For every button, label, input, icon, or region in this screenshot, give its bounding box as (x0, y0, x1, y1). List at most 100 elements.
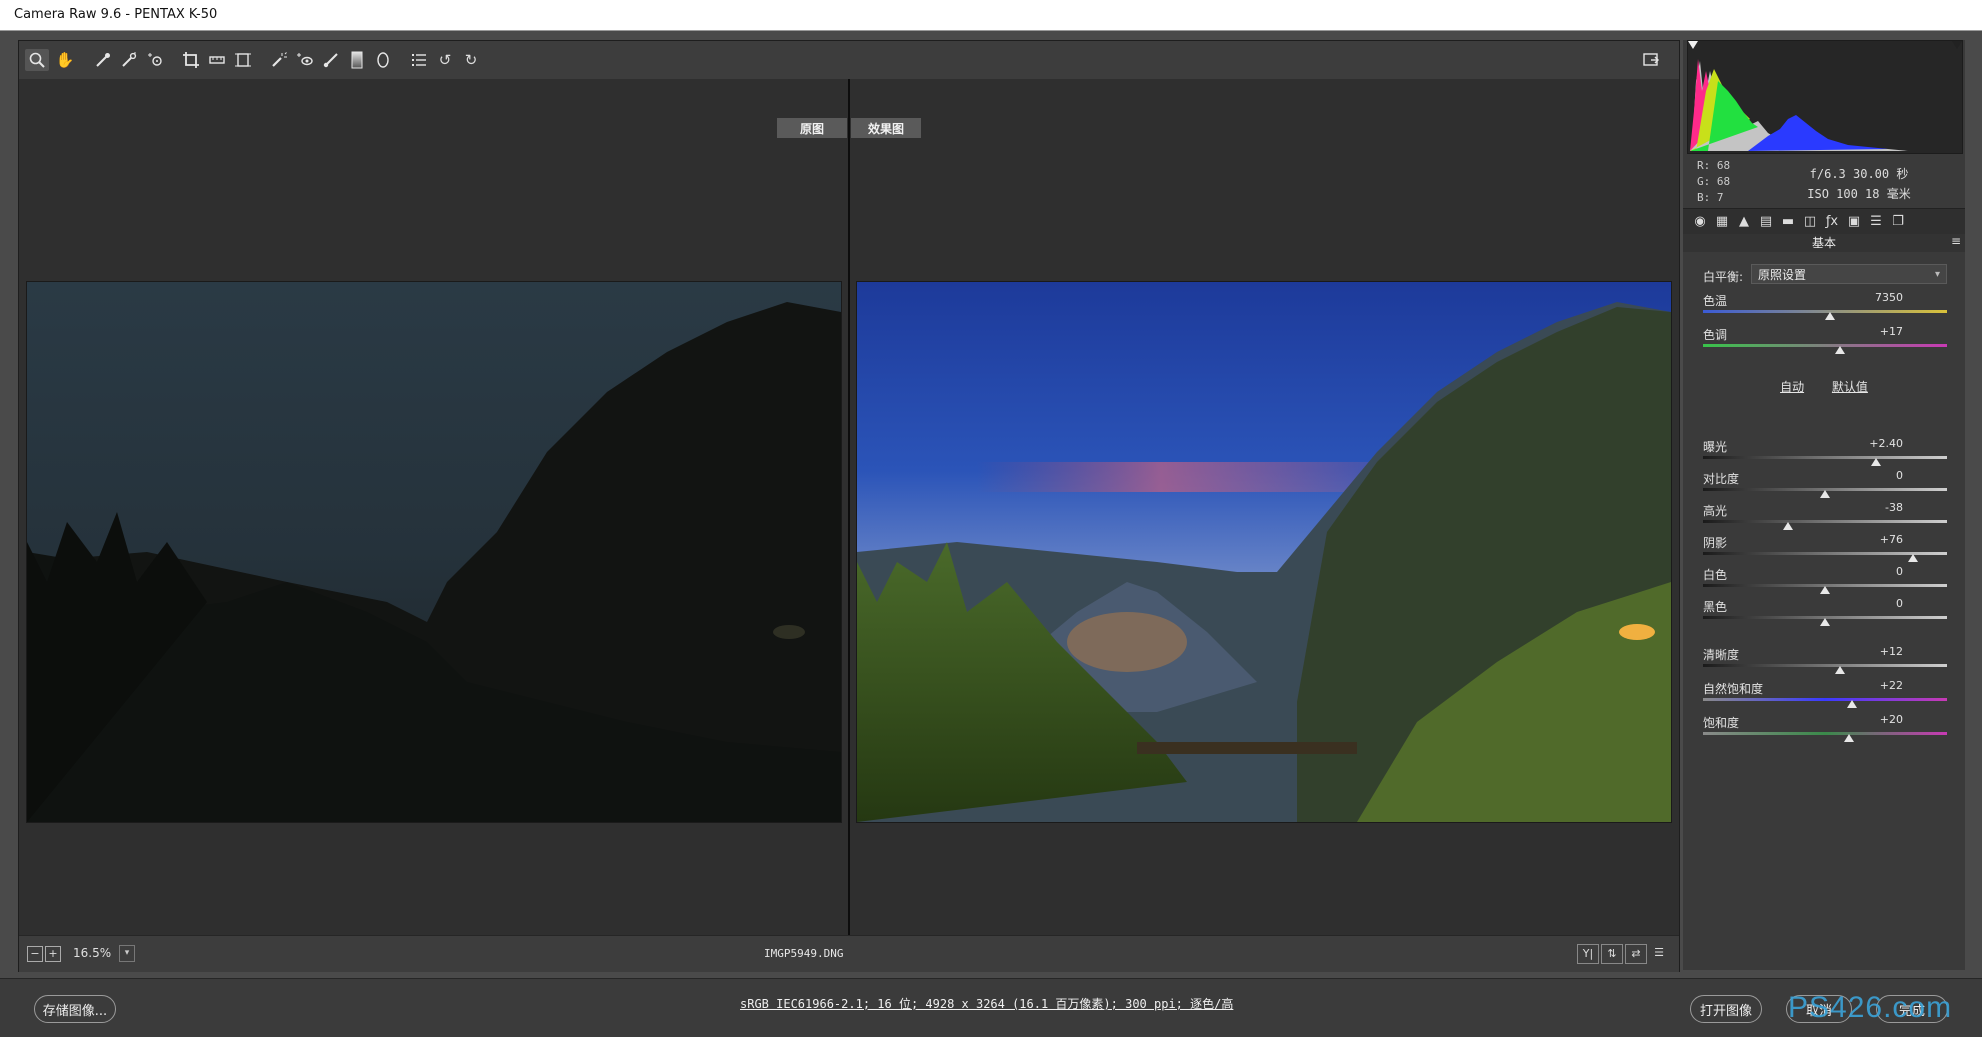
tab-camera-calibration-icon[interactable]: ▣ (1845, 214, 1863, 230)
status-bar: − + 16.5% ▾ IMGP5949.DNG Y| ⇅ ⇄ ☰ (19, 935, 1679, 972)
white-balance-select[interactable]: 原照设置 ▾ (1751, 264, 1947, 284)
slider-track[interactable] (1703, 520, 1947, 523)
slider-label: 清晰度 (1703, 648, 1740, 662)
bottom-bar: 存储图像... sRGB IEC61966-2.1; 16 位; 4928 x … (0, 978, 1982, 1037)
tab-presets-icon[interactable]: ☰ (1867, 214, 1885, 230)
auto-button[interactable]: 自动 (1780, 380, 1804, 394)
slider-thumb[interactable] (1820, 586, 1830, 594)
auto-links: 自动 默认值 (1683, 378, 1965, 395)
rgb-readout: R: 68 G: 68 B: 7 (1697, 158, 1730, 206)
slider-value[interactable]: 0 (1861, 597, 1903, 610)
slider-label: 色温 (1703, 294, 1728, 308)
radial-filter-icon[interactable] (371, 49, 395, 71)
crop-tool-icon[interactable] (179, 49, 203, 71)
slider-label: 色调 (1703, 328, 1728, 342)
slider-value[interactable]: +20 (1861, 713, 1903, 726)
view-swap-icon[interactable]: ⇅ (1601, 944, 1623, 964)
blue-readout: B: 7 (1697, 191, 1724, 204)
slider-value[interactable]: +17 (1861, 325, 1903, 338)
tab-split-toning-icon[interactable]: ▬ (1779, 214, 1797, 230)
view-settings-icon[interactable]: ☰ (1649, 944, 1669, 962)
tab-fx-icon[interactable]: ƒx (1823, 214, 1841, 230)
slider-track[interactable] (1703, 698, 1947, 701)
slider-value[interactable]: -38 (1861, 501, 1903, 514)
before-label: 原图 (777, 118, 847, 138)
slider-thumb[interactable] (1783, 522, 1794, 530)
rotate-left-icon[interactable]: ↺ (433, 49, 457, 71)
workflow-options-link[interactable]: sRGB IEC61966-2.1; 16 位; 4928 x 3264 (16… (740, 995, 1233, 1012)
file-name: IMGP5949.DNG (764, 947, 844, 960)
slider-thumb[interactable] (1846, 700, 1857, 708)
slider-label: 自然饱和度 (1703, 682, 1764, 696)
panel-menu-icon[interactable]: ≡ (1951, 234, 1961, 248)
histogram (1687, 40, 1963, 154)
white-balance-tool-icon[interactable] (91, 49, 115, 71)
adjustment-brush-icon[interactable] (319, 49, 343, 71)
slider-track[interactable] (1703, 456, 1947, 459)
slider-thumb[interactable] (1820, 490, 1830, 498)
slider-thumb[interactable] (1844, 734, 1855, 742)
slider-label: 白色 (1703, 568, 1728, 582)
fullscreen-toggle-icon[interactable] (1639, 49, 1663, 71)
spot-removal-tool-icon[interactable] (267, 49, 291, 71)
slider-thumb[interactable] (1834, 666, 1845, 674)
default-button[interactable]: 默认值 (1832, 380, 1868, 394)
tab-tone-curve-icon[interactable]: ▦ (1713, 214, 1731, 230)
slider-label: 曝光 (1703, 440, 1728, 454)
tab-hsl-icon[interactable]: ▤ (1757, 214, 1775, 230)
view-mode-compare-icon[interactable]: Y| (1577, 944, 1599, 964)
rotate-right-icon[interactable]: ↻ (459, 49, 483, 71)
straighten-tool-icon[interactable] (205, 49, 229, 71)
toolbar: ✋ ↺ ↻ (19, 41, 1679, 80)
zoom-tool-icon[interactable] (25, 49, 49, 71)
slider-thumb[interactable] (1820, 618, 1830, 626)
panel-tabs: ◉ ▦ ▲ ▤ ▬ ◫ ƒx ▣ ☰ ❐ (1683, 208, 1965, 236)
slider-value[interactable]: 0 (1861, 469, 1903, 482)
tab-lens-icon[interactable]: ◫ (1801, 214, 1819, 230)
exif-iso-focal: ISO 100 18 毫米 (1807, 187, 1911, 201)
after-label: 效果图 (851, 118, 921, 138)
slider-value[interactable]: 0 (1861, 565, 1903, 578)
zoom-in-button[interactable]: + (45, 946, 61, 962)
slider-thumb[interactable] (1824, 312, 1835, 320)
slider-label: 黑色 (1703, 600, 1728, 614)
zoom-out-button[interactable]: − (27, 946, 43, 962)
exif-aperture-shutter: f/6.3 30.00 秒 (1809, 167, 1909, 181)
red-eye-tool-icon[interactable] (293, 49, 317, 71)
targeted-adjustment-tool-icon[interactable] (143, 49, 167, 71)
red-readout: R: 68 (1697, 159, 1731, 172)
graduated-filter-icon[interactable] (345, 49, 369, 71)
slider-thumb[interactable] (1871, 458, 1882, 466)
right-panel: R: 68 G: 68 B: 7 f/6.3 30.00 秒 ISO 100 1… (1683, 40, 1965, 970)
slider-value[interactable]: +76 (1861, 533, 1903, 546)
preferences-list-icon[interactable] (407, 49, 431, 71)
slider-thumb[interactable] (1834, 346, 1845, 354)
slider-label: 对比度 (1703, 472, 1740, 486)
slider-label: 饱和度 (1703, 716, 1740, 730)
slider-track[interactable] (1703, 664, 1947, 667)
slider-track[interactable] (1703, 344, 1947, 347)
color-sampler-tool-icon[interactable] (117, 49, 141, 71)
before-photo (26, 281, 842, 823)
slider-value[interactable]: +22 (1861, 679, 1903, 692)
save-image-button[interactable]: 存储图像... (34, 995, 116, 1023)
zoom-dropdown-chevron-icon[interactable]: ▾ (119, 945, 135, 962)
slider-value[interactable]: 7350 (1861, 291, 1903, 304)
white-balance-label: 白平衡: (1703, 270, 1744, 284)
site-watermark: PS426.com (1788, 991, 1953, 1024)
tab-detail-icon[interactable]: ▲ (1735, 214, 1753, 230)
zoom-level: 16.5% (73, 946, 112, 960)
slider-value[interactable]: +12 (1861, 645, 1903, 658)
slider-label: 阴影 (1703, 536, 1728, 550)
hand-tool-icon[interactable]: ✋ (53, 49, 77, 71)
slider-thumb[interactable] (1907, 554, 1918, 562)
slider-value[interactable]: +2.40 (1861, 437, 1903, 450)
view-copy-icon[interactable]: ⇄ (1625, 944, 1647, 964)
open-image-button[interactable]: 打开图像 (1690, 995, 1762, 1023)
transform-tool-icon[interactable] (231, 49, 255, 71)
tab-basic-icon[interactable]: ◉ (1691, 214, 1709, 230)
window-title: Camera Raw 9.6 - PENTAX K-50 (14, 7, 218, 22)
tab-snapshots-icon[interactable]: ❐ (1889, 214, 1907, 230)
slider-track[interactable] (1703, 732, 1947, 735)
after-photo (856, 281, 1672, 823)
